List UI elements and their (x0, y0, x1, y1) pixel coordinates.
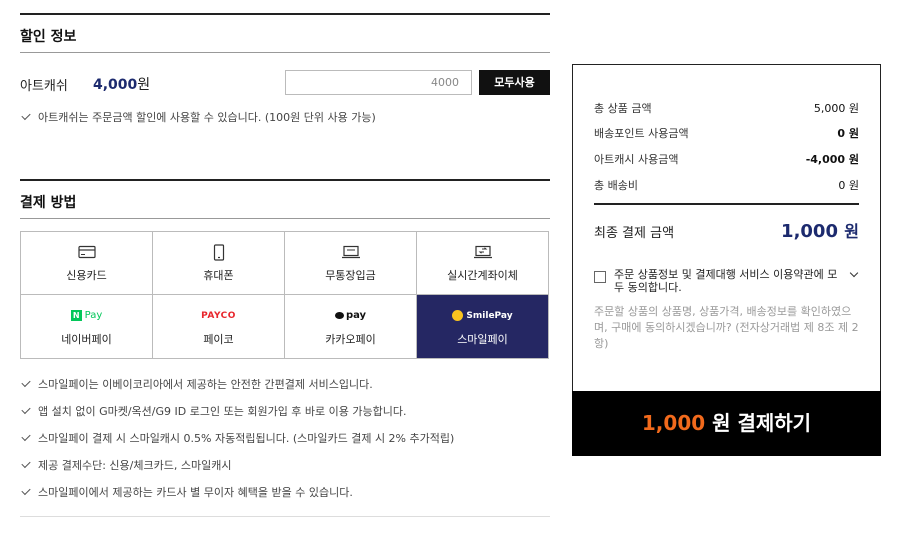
payment-note: 스마일페이 결제 시 스마일캐시 0.5% 자동적립됩니다. (스마일카드 결제… (20, 431, 550, 458)
kakao-pay-logo-text: pay (345, 310, 367, 321)
summary-row-shipping: 총 배송비 0 원 (594, 177, 859, 193)
left-panel: 할인 정보 아트캐쉬 4,000원 모두사용 아트캐쉬는 주문금액 할인에 사용… (20, 0, 550, 517)
artcash-row: 아트캐쉬 4,000원 모두사용 (20, 53, 550, 110)
summary-label: 총 배송비 (594, 179, 638, 192)
pay-method-label: 무통장입금 (325, 269, 376, 282)
summary-value: 5,000 원 (813, 102, 859, 115)
smile-pay-logo-text: SmilePay (466, 310, 513, 321)
payment-note: 스마일페이에서 제공하는 카드사 별 무이자 혜택을 받을 수 있습니다. (20, 485, 550, 512)
artcash-amount: 4,000 (93, 77, 138, 93)
final-payment-unit: 원 (844, 222, 859, 241)
naver-pay-logo: N Pay (70, 307, 102, 325)
discount-section-title: 할인 정보 (20, 29, 77, 45)
smile-pay-logo: SmilePay (452, 307, 513, 325)
pay-method-payco[interactable]: PAYCO 페이코 (153, 295, 285, 359)
pay-method-kakao-pay[interactable]: pay 카카오페이 (285, 295, 417, 359)
pay-method-label: 실시간계좌이체 (447, 269, 518, 282)
payment-section-title: 결제 방법 (20, 195, 77, 211)
use-all-button[interactable]: 모두사용 (479, 70, 550, 95)
agree-label: 주문 상품정보 및 결제대행 서비스 이용약관에 모두 동의합니다. (614, 268, 838, 294)
pay-method-naver-pay[interactable]: N Pay 네이버페이 (21, 295, 153, 359)
summary-label: 배송포인트 사용금액 (594, 127, 689, 140)
payment-note: 스마일페이는 이베이코리아에서 제공하는 안전한 간편결제 서비스입니다. (20, 377, 550, 404)
pay-method-label: 카카오페이 (325, 332, 376, 346)
summary-label: 아트캐시 사용금액 (594, 153, 679, 166)
bank-transfer-icon (473, 243, 493, 261)
summary-row-total-product: 총 상품 금액 5,000 원 (594, 100, 859, 116)
pay-method-label: 페이코 (203, 332, 234, 346)
kakao-pay-logo: pay (334, 307, 367, 325)
credit-card-icon (77, 243, 96, 261)
agree-checkbox[interactable] (594, 271, 606, 283)
pay-method-bank-deposit[interactable]: 무통장입금 (285, 232, 417, 295)
pay-method-smile-pay[interactable]: SmilePay 스마일페이 (417, 295, 549, 359)
pay-button-amount: 1,000 (641, 411, 706, 435)
summary-value: -4,000 원 (805, 153, 859, 166)
artcash-note: 아트캐쉬는 주문금액 할인에 사용할 수 있습니다. (100원 단위 사용 가… (20, 110, 550, 137)
final-payment-row: 최종 결제 금액 1,000 원 (594, 218, 859, 242)
pay-button-label: 원 결제하기 (705, 411, 812, 435)
pay-method-label: 신용카드 (66, 269, 107, 282)
pay-method-label: 휴대폰 (203, 269, 234, 282)
divider (20, 516, 550, 517)
pay-method-bank-transfer[interactable]: 실시간계좌이체 (417, 232, 549, 295)
summary-value: 0 원 (837, 127, 859, 140)
summary-row-artcash: 아트캐시 사용금액 -4,000 원 (594, 151, 859, 167)
final-payment-label: 최종 결제 금액 (594, 226, 675, 241)
artcash-label: 아트캐쉬 (20, 79, 68, 94)
payco-logo: PAYCO (201, 310, 236, 321)
pay-method-label: 스마일페이 (457, 332, 508, 346)
artcash-unit: 원 (137, 77, 151, 93)
artcash-balance: 4,000원 (93, 74, 150, 94)
divider (20, 218, 550, 219)
bank-deposit-icon (341, 243, 361, 261)
pay-button[interactable]: 1,000 원 결제하기 (572, 391, 881, 456)
purchase-confirm-info: 주문할 상품의 상품명, 상품가격, 배송정보를 확인하였으며, 구매에 동의하… (594, 305, 859, 350)
summary-label: 총 상품 금액 (594, 102, 652, 115)
payment-method-grid: 신용카드 휴대폰 무통장입금 실시간계좌이체 N Pay 네이버페이 PAYCO… (20, 231, 549, 359)
summary-row-delivery-points: 배송포인트 사용금액 0 원 (594, 125, 859, 141)
pay-method-mobile[interactable]: 휴대폰 (153, 232, 285, 295)
terms-agree-row[interactable]: 주문 상품정보 및 결제대행 서비스 이용약관에 모두 동의합니다. (594, 268, 859, 294)
payment-note: 앱 설치 없이 G마켓/옥션/G9 ID 로그인 또는 회원가입 후 바로 이용… (20, 404, 550, 431)
summary-value: 0 원 (838, 179, 859, 192)
payment-note: 제공 결제수단: 신용/체크카드, 스마일캐시 (20, 458, 550, 485)
final-payment-amount: 1,000 원 (781, 218, 859, 242)
chevron-down-icon[interactable] (849, 268, 859, 278)
pay-method-label: 네이버페이 (61, 332, 112, 346)
order-summary-panel: 총 상품 금액 5,000 원 배송포인트 사용금액 0 원 아트캐시 사용금액… (572, 64, 881, 456)
mobile-phone-icon (213, 243, 225, 261)
artcash-input[interactable] (285, 70, 472, 95)
final-payment-value: 1,000 (781, 221, 838, 242)
pay-method-credit-card[interactable]: 신용카드 (21, 232, 153, 295)
divider (594, 203, 859, 205)
